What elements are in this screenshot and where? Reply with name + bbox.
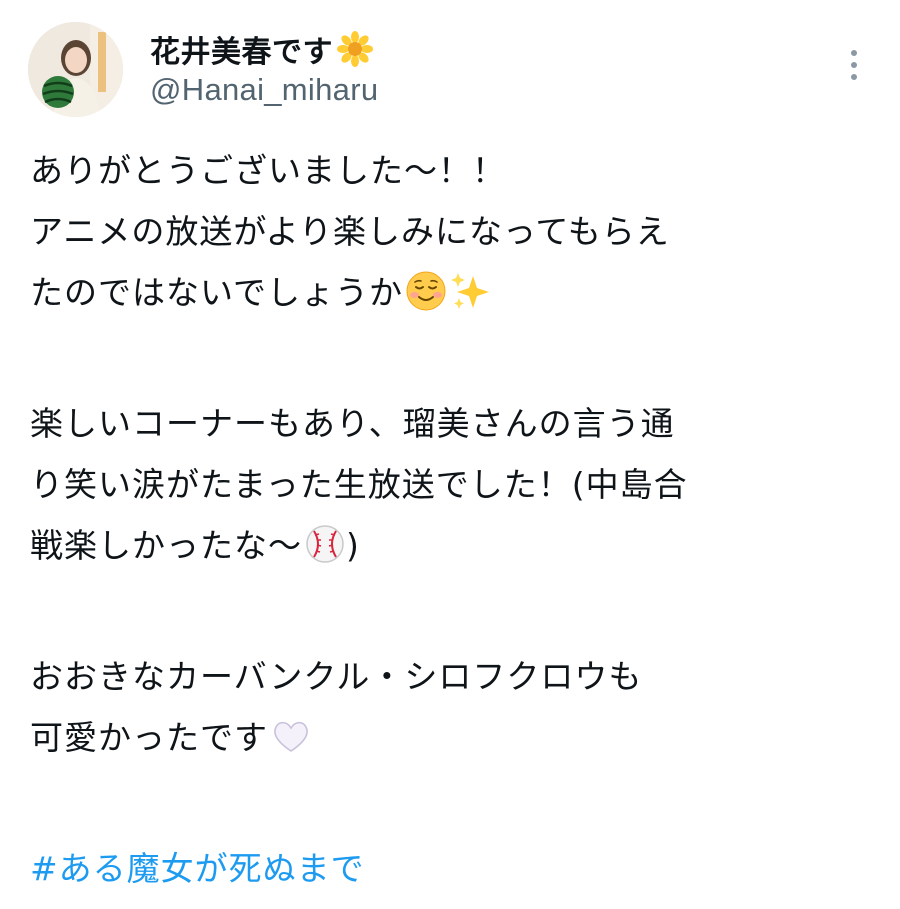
tweet-line: おおきなカーバンクル・シロフクロウも bbox=[30, 657, 643, 696]
tweet-line-text: 可愛かったです bbox=[30, 718, 268, 757]
more-dot-icon bbox=[851, 62, 857, 68]
tweet-line-text: 戦楽しかったな〜 bbox=[30, 526, 302, 565]
user-identity: 花井美春です @Hanai_miharu bbox=[150, 28, 790, 108]
more-options-button[interactable] bbox=[834, 40, 874, 90]
sparkles-icon bbox=[449, 270, 491, 312]
baseball-icon bbox=[304, 523, 346, 565]
hashtag-link[interactable]: #ある魔女が死ぬまで bbox=[30, 842, 365, 890]
tweet-line: 楽しいコーナーもあり、瑠美さんの言う通 bbox=[30, 404, 675, 443]
avatar[interactable] bbox=[28, 22, 123, 117]
smiling-face-icon bbox=[405, 270, 447, 312]
tweet-header: 花井美春です @Hanai_miharu bbox=[28, 22, 873, 120]
more-dot-icon bbox=[851, 74, 857, 80]
tweet-line: ありがとうございました〜！！ bbox=[30, 151, 506, 190]
display-name[interactable]: 花井美春です bbox=[150, 27, 333, 71]
tweet-line: 戦楽しかったな〜 ) bbox=[30, 515, 870, 576]
tweet-line: たのではないでしょうか bbox=[30, 262, 870, 323]
tweet-line: 可愛かったです bbox=[30, 707, 870, 768]
tweet-line-text: たのではないでしょうか bbox=[30, 273, 404, 312]
tweet-line: アニメの放送がより楽しみになってもらえ bbox=[30, 212, 670, 251]
tweet-line: り笑い涙がたまった生放送でした！(中島合 bbox=[30, 465, 688, 504]
tweet-text: ありがとうございました〜！！ アニメの放送がより楽しみになってもらえ たのではな… bbox=[30, 140, 870, 768]
white-heart-icon bbox=[270, 715, 312, 757]
more-dot-icon bbox=[851, 50, 857, 56]
sunflower-icon bbox=[337, 31, 373, 67]
user-handle[interactable]: @Hanai_miharu bbox=[150, 72, 790, 108]
display-name-row: 花井美春です bbox=[150, 28, 790, 70]
tweet-line-text: ) bbox=[346, 526, 360, 565]
